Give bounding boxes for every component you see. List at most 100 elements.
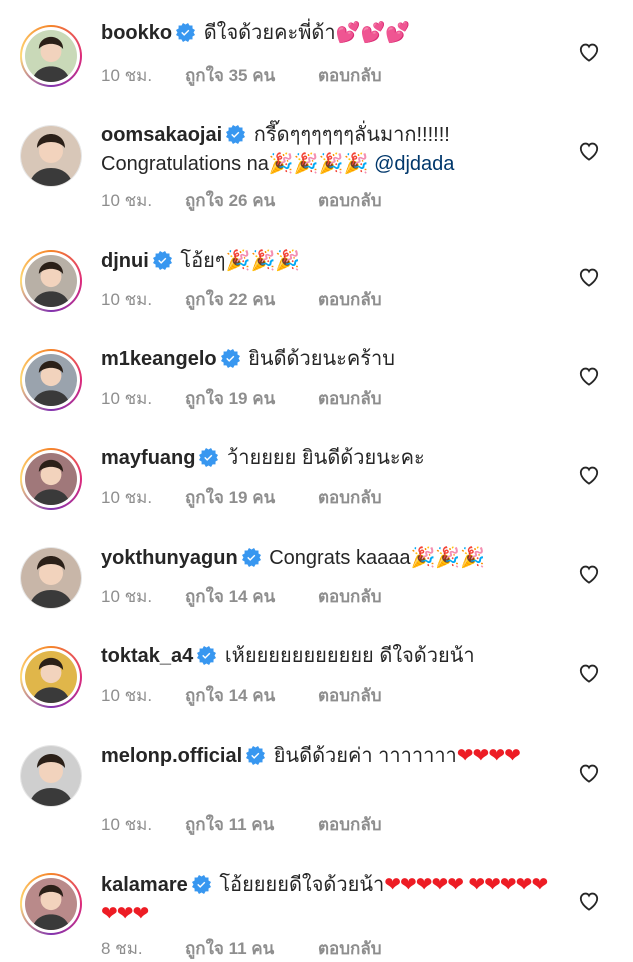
emoji-group: 💕💕💕	[335, 20, 411, 44]
likes-count-button[interactable]: ถูกใจ 35 คน	[185, 62, 318, 89]
reply-button[interactable]: ตอบกลับ	[318, 187, 382, 214]
avatar-image	[25, 453, 77, 505]
avatar-frame	[21, 126, 81, 186]
avatar[interactable]	[20, 349, 82, 411]
verified-badge-icon	[191, 875, 211, 894]
likes-count-button[interactable]: ถูกใจ 26 คน	[185, 187, 318, 214]
username-link[interactable]: melonp.official	[101, 745, 242, 767]
comment-meta: 10 ชม. ถูกใจ 14 คน ตอบกลับ	[101, 682, 382, 709]
likes-count-button[interactable]: ถูกใจ 19 คน	[185, 484, 318, 511]
verified-badge-icon	[220, 349, 240, 368]
like-heart-icon[interactable]	[578, 763, 600, 783]
comment-meta: 10 ชม. ถูกใจ 35 คน ตอบกลับ	[101, 62, 382, 89]
emoji-group: ❤❤❤❤	[456, 743, 521, 767]
avatar-frame	[22, 27, 80, 85]
username-link[interactable]: mayfuang	[101, 447, 195, 469]
reply-button[interactable]: ตอบกลับ	[318, 286, 382, 313]
comment-body: melonp.official ยินดีด้วยค่า าาาาาาา❤❤❤❤	[101, 741, 551, 770]
avatar-image	[25, 255, 77, 307]
comment-body: yokthunyagun Congrats kaaaa🎉🎉🎉	[101, 543, 551, 572]
username-link[interactable]: bookko	[101, 22, 172, 44]
username-link[interactable]: toktak_a4	[101, 645, 193, 667]
username-link[interactable]: djnui	[101, 250, 149, 272]
comment-meta: 10 ชม. ถูกใจ 19 คน ตอบกลับ	[101, 385, 382, 412]
comment-meta: 10 ชม. ถูกใจ 11 คน ตอบกลับ	[101, 811, 382, 838]
verified-badge-icon	[199, 448, 219, 467]
like-heart-icon[interactable]	[578, 267, 600, 287]
avatar-image	[25, 30, 77, 82]
avatar[interactable]	[20, 646, 82, 708]
verified-badge-icon	[176, 23, 196, 42]
verified-badge-icon	[241, 548, 261, 567]
reply-button[interactable]: ตอบกลับ	[318, 811, 382, 838]
comment-body: djnui โอ้ยๆ🎉🎉🎉	[101, 246, 551, 275]
comment-body: toktak_a4 เห้ยยยยยยยยยยย ดีใจด้วยน้า	[101, 642, 551, 670]
avatar-image	[21, 548, 81, 608]
avatar-frame	[22, 252, 80, 310]
verified-badge-icon	[152, 251, 172, 270]
emoji-group: 🎉🎉🎉	[410, 545, 486, 569]
reply-button[interactable]: ตอบกลับ	[318, 62, 382, 89]
reply-button[interactable]: ตอบกลับ	[318, 484, 382, 511]
avatar[interactable]	[20, 873, 82, 935]
comment-text: Congrats kaaaa	[269, 547, 411, 569]
avatar-frame	[22, 450, 80, 508]
like-heart-icon[interactable]	[578, 465, 600, 485]
comment-timestamp: 10 ชม.	[101, 389, 153, 408]
comment-meta: 10 ชม. ถูกใจ 14 คน ตอบกลับ	[101, 583, 382, 610]
likes-count-button[interactable]: ถูกใจ 19 คน	[185, 385, 318, 412]
avatar-image	[25, 651, 77, 703]
username-link[interactable]: oomsakaojai	[101, 124, 222, 146]
avatar[interactable]	[20, 250, 82, 312]
comment-timestamp: 10 ชม.	[101, 290, 153, 309]
avatar-frame	[21, 746, 81, 806]
comment-text: เห้ยยยยยยยยยยย ดีใจด้วยน้า	[224, 645, 475, 667]
reply-button[interactable]: ตอบกลับ	[318, 935, 382, 962]
comment-meta: 10 ชม. ถูกใจ 22 คน ตอบกลับ	[101, 286, 382, 313]
comment-body: kalamare โอ้ยยยยดีใจด้วยน้า❤❤❤❤❤ ❤❤❤❤❤❤❤…	[101, 870, 551, 928]
verified-badge-icon	[246, 746, 266, 765]
avatar-image	[25, 878, 77, 930]
comment-timestamp: 8 ชม.	[101, 939, 143, 958]
mention-link[interactable]: @djdada	[374, 153, 454, 175]
like-heart-icon[interactable]	[578, 891, 600, 911]
avatar[interactable]	[20, 125, 82, 187]
emoji-group: 🎉🎉🎉	[225, 248, 301, 272]
comment-text: ว้ายยยย ยินดีด้วยนะคะ	[227, 447, 425, 469]
comment-meta: 10 ชม. ถูกใจ 19 คน ตอบกลับ	[101, 484, 382, 511]
avatar[interactable]	[20, 448, 82, 510]
comment-body: m1keangelo ยินดีด้วยนะคร้าบ	[101, 345, 551, 373]
avatar-image	[21, 746, 81, 806]
like-heart-icon[interactable]	[578, 564, 600, 584]
comment-timestamp: 10 ชม.	[101, 686, 153, 705]
comment-text: ยินดีด้วยนะคร้าบ	[248, 348, 395, 370]
avatar[interactable]	[20, 25, 82, 87]
reply-button[interactable]: ตอบกลับ	[318, 385, 382, 412]
reply-button[interactable]: ตอบกลับ	[318, 682, 382, 709]
comment-meta: 8 ชม. ถูกใจ 11 คน ตอบกลับ	[101, 935, 382, 962]
avatar-image	[25, 354, 77, 406]
likes-count-button[interactable]: ถูกใจ 22 คน	[185, 286, 318, 313]
emoji-group: 🎉🎉🎉🎉	[268, 151, 369, 175]
like-heart-icon[interactable]	[578, 141, 600, 161]
likes-count-button[interactable]: ถูกใจ 11 คน	[185, 935, 318, 962]
username-link[interactable]: kalamare	[101, 874, 188, 896]
comment-body: oomsakaojai กรี๊ดๆๆๆๆๆๆลั่นมาก!!!!!! Con…	[101, 121, 551, 178]
avatar-frame	[22, 351, 80, 409]
avatar-frame	[21, 548, 81, 608]
username-link[interactable]: m1keangelo	[101, 348, 217, 370]
comment-meta: 10 ชม. ถูกใจ 26 คน ตอบกลับ	[101, 187, 382, 214]
username-link[interactable]: yokthunyagun	[101, 547, 238, 569]
comment-text: โอ้ยๆ	[180, 250, 226, 272]
likes-count-button[interactable]: ถูกใจ 11 คน	[185, 811, 318, 838]
like-heart-icon[interactable]	[578, 663, 600, 683]
avatar[interactable]	[20, 547, 82, 609]
likes-count-button[interactable]: ถูกใจ 14 คน	[185, 682, 318, 709]
avatar-image	[21, 126, 81, 186]
avatar[interactable]	[20, 745, 82, 807]
like-heart-icon[interactable]	[578, 42, 600, 62]
likes-count-button[interactable]: ถูกใจ 14 คน	[185, 583, 318, 610]
reply-button[interactable]: ตอบกลับ	[318, 583, 382, 610]
like-heart-icon[interactable]	[578, 366, 600, 386]
comment-timestamp: 10 ชม.	[101, 191, 153, 210]
